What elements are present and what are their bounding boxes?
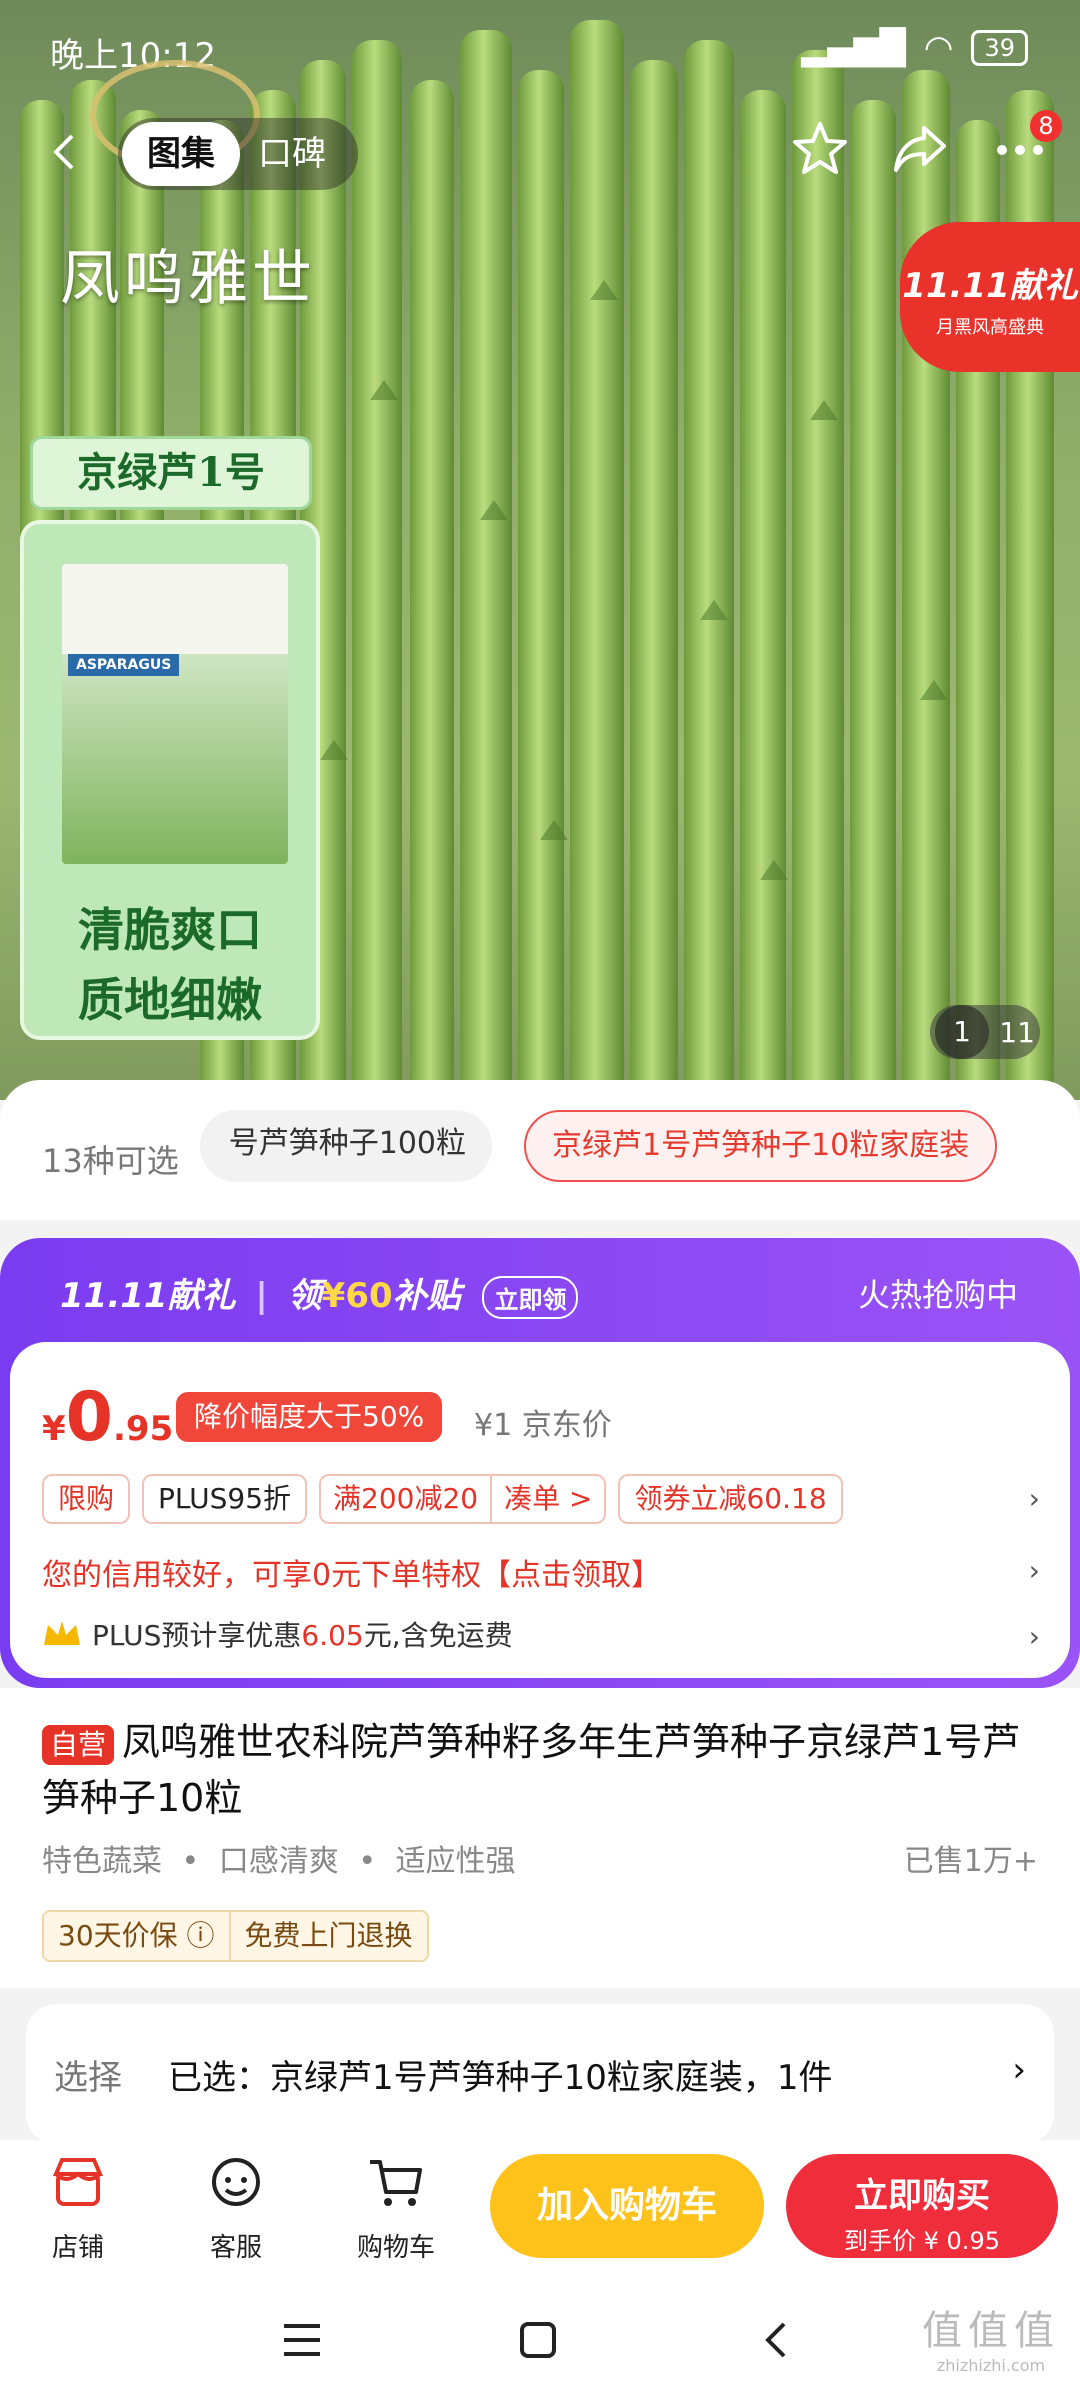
store-icon	[52, 2158, 104, 2206]
back-icon[interactable]	[46, 132, 86, 172]
plus-benefit-pre: PLUS预计享优惠	[92, 1619, 302, 1652]
site-watermark: 值值值 zhizhizhi.com	[922, 2298, 1060, 2375]
product-features: 特色蔬菜口感清爽适应性强	[42, 1836, 516, 1880]
variety-tag: 京绿芦1号	[30, 436, 312, 510]
product-info: 自营凤鸣雅世农科院芦笋种籽多年生芦笋种子京绿芦1号芦笋种子10粒 特色蔬菜口感清…	[0, 1688, 1080, 1988]
spec-select-row[interactable]: 选择 已选：京绿芦1号芦笋种子10粒家庭装，1件 ›	[26, 2004, 1054, 2144]
favorite-star-icon[interactable]	[790, 118, 850, 178]
feature-item: 口感清爽	[162, 1844, 339, 1879]
variant-selector: 13种可选 号芦笋种子100粒 京绿芦1号芦笋种子10粒家庭装	[0, 1080, 1080, 1220]
tag-full: 满200减20	[333, 1482, 479, 1515]
slogan-line-1: 清脆爽口	[78, 903, 262, 957]
slogan-line-2: 质地细嫩	[78, 973, 262, 1027]
tag-plus-discount: PLUS95折	[142, 1474, 308, 1524]
product-title: 自营 凤鸣雅世农科院芦笋种籽多年生芦笋种子京绿芦1号芦笋种子10粒	[42, 1714, 1042, 1826]
buy-now-label: 立即购买	[854, 2176, 990, 2216]
price-drop-badge: 降价幅度大于50%	[176, 1392, 443, 1442]
promo-header[interactable]: 11.11献礼 | 领¥60补贴 立即领	[60, 1268, 579, 1319]
tab-gallery[interactable]: 图集	[122, 122, 240, 186]
buy-now-price: 到手价 ¥ 0.95	[844, 2227, 1000, 2255]
select-key: 选择	[54, 2058, 122, 2098]
tag-combine[interactable]: 凑单 >	[490, 1476, 604, 1522]
store-button[interactable]: 店铺	[18, 2152, 138, 2264]
cart-button[interactable]: 购物车	[336, 2152, 456, 2264]
service-guarantee[interactable]: 30天价保 ⓘ 免费上门退换	[42, 1910, 429, 1962]
subsidy-post: 补贴	[392, 1276, 461, 1316]
brand-watermark: 凤鸣雅世	[60, 244, 316, 314]
promo-event: 11.11献礼	[60, 1276, 236, 1316]
credit-offer[interactable]: 您的信用较好，可享0元下单特权【点击领取】	[42, 1550, 661, 1594]
variant-option-label: 号芦笋种子100粒	[228, 1126, 466, 1161]
battery-indicator: 39	[971, 30, 1028, 66]
service-button[interactable]: 客服	[176, 2152, 296, 2264]
service-label: 客服	[209, 2233, 262, 2263]
subsidy-pre: 领	[287, 1276, 322, 1316]
tag-limit: 限购	[42, 1474, 131, 1524]
product-image-gallery[interactable]: 晚上10:12 ▂▄▆█ ◠ 39 图集 口碑 凤鸣雅世 8 11.11献礼 月…	[0, 0, 1080, 1100]
customer-service-icon	[212, 2158, 260, 2206]
claim-button[interactable]: 立即领	[482, 1276, 579, 1319]
select-value: 已选：京绿芦1号芦笋种子10粒家庭装，1件	[168, 2058, 833, 2098]
feature-item: 特色蔬菜	[42, 1844, 162, 1879]
chevron-right-icon[interactable]: ›	[1029, 1620, 1040, 1653]
packet-label: ASPARAGUS	[68, 654, 180, 676]
more-menu-button[interactable]: 8	[990, 110, 1062, 178]
sold-count: 已售1万+	[903, 1844, 1038, 1879]
plus-benefit[interactable]: PLUS预计享优惠6.05元,含免运费	[42, 1614, 513, 1654]
price-card: ¥0.95 降价幅度大于50% ¥1 京东价 限购 PLUS95折 满200减2…	[10, 1342, 1070, 1678]
menu-icon[interactable]	[280, 2320, 324, 2360]
image-counter: 1 11	[930, 1005, 1040, 1059]
add-to-cart-button[interactable]: 加入购物车	[490, 2154, 764, 2258]
share-icon[interactable]	[890, 118, 950, 178]
watermark-url: zhizhizhi.com	[936, 2356, 1046, 2375]
wifi-icon: ◠	[923, 28, 954, 68]
tag-full-reduction: 满200减20 凑单 >	[319, 1474, 607, 1524]
home-icon[interactable]	[518, 2320, 558, 2360]
chevron-right-icon[interactable]: ›	[1029, 1482, 1040, 1515]
image-total: 11	[999, 1015, 1035, 1049]
feature-item: 适应性强	[339, 1844, 516, 1879]
crown-icon	[44, 1621, 80, 1645]
store-label: 店铺	[51, 2233, 104, 2263]
seed-packet-card: ASPARAGUS 清脆爽口 质地细嫩	[20, 520, 320, 1040]
bottom-action-bar: 店铺 客服 购物车 加入购物车 立即购买 到手价 ¥ 0.95	[0, 2140, 1080, 2280]
image-current: 1	[935, 1005, 990, 1059]
cart-label: 购物车	[356, 2233, 435, 2263]
price-protection[interactable]: 30天价保 ⓘ	[44, 1912, 229, 1960]
tag-coupon: 领券立减60.18	[618, 1474, 843, 1524]
plus-benefit-amount: 6.05	[301, 1619, 364, 1652]
price-integer: 0	[65, 1378, 113, 1457]
message-badge: 8	[1030, 110, 1062, 142]
chevron-right-icon[interactable]: ›	[1029, 1554, 1040, 1587]
tab-reviews[interactable]: 口碑	[258, 118, 326, 190]
promo-corner-banner[interactable]: 11.11献礼 月黑风高盛典	[900, 222, 1080, 372]
promo-tags[interactable]: 限购 PLUS95折 满200减20 凑单 > 领券立减60.18	[42, 1474, 843, 1524]
plus-benefit-post: 元,含免运费	[363, 1619, 513, 1652]
self-operated-badge: 自营	[42, 1724, 115, 1765]
promo-price-panel: 11.11献礼 | 领¥60补贴 立即领 火热抢购中 ¥0.95 降价幅度大于5…	[0, 1238, 1080, 1688]
subsidy-amount: ¥60	[321, 1276, 393, 1316]
promo-corner-sub: 月黑风高盛典	[936, 317, 1044, 338]
hot-sale-label: 火热抢购中	[857, 1276, 1018, 1314]
buy-now-button[interactable]: 立即购买 到手价 ¥ 0.95	[786, 2154, 1058, 2258]
cart-icon	[370, 2160, 422, 2206]
current-price: ¥0.95	[42, 1378, 173, 1457]
price-currency: ¥	[42, 1409, 66, 1449]
variant-option[interactable]: 号芦笋种子100粒	[200, 1110, 492, 1182]
seed-packet-image: ASPARAGUS	[62, 564, 288, 864]
watermark-logo: 值值值	[922, 2308, 1060, 2354]
chevron-right-icon: ›	[1012, 2050, 1026, 2090]
price-decimal: .95	[113, 1409, 174, 1449]
variant-option-selected[interactable]: 京绿芦1号芦笋种子10粒家庭装	[524, 1110, 998, 1182]
gallery-tab-switch: 图集 口碑	[118, 118, 358, 190]
jd-reference-price: ¥1 京东价	[474, 1408, 612, 1443]
back-nav-icon[interactable]	[756, 2320, 796, 2360]
system-nav-bar	[0, 2280, 1080, 2400]
signal-icon: ▂▄▆█	[801, 28, 906, 68]
free-return: 免费上门退换	[228, 1912, 427, 1960]
promo-corner-title: 11.11献礼	[902, 266, 1078, 306]
variant-count[interactable]: 13种可选	[42, 1136, 179, 1182]
product-title-text: 凤鸣雅世农科院芦笋种籽多年生芦笋种子京绿芦1号芦笋种子10粒	[42, 1720, 1021, 1820]
